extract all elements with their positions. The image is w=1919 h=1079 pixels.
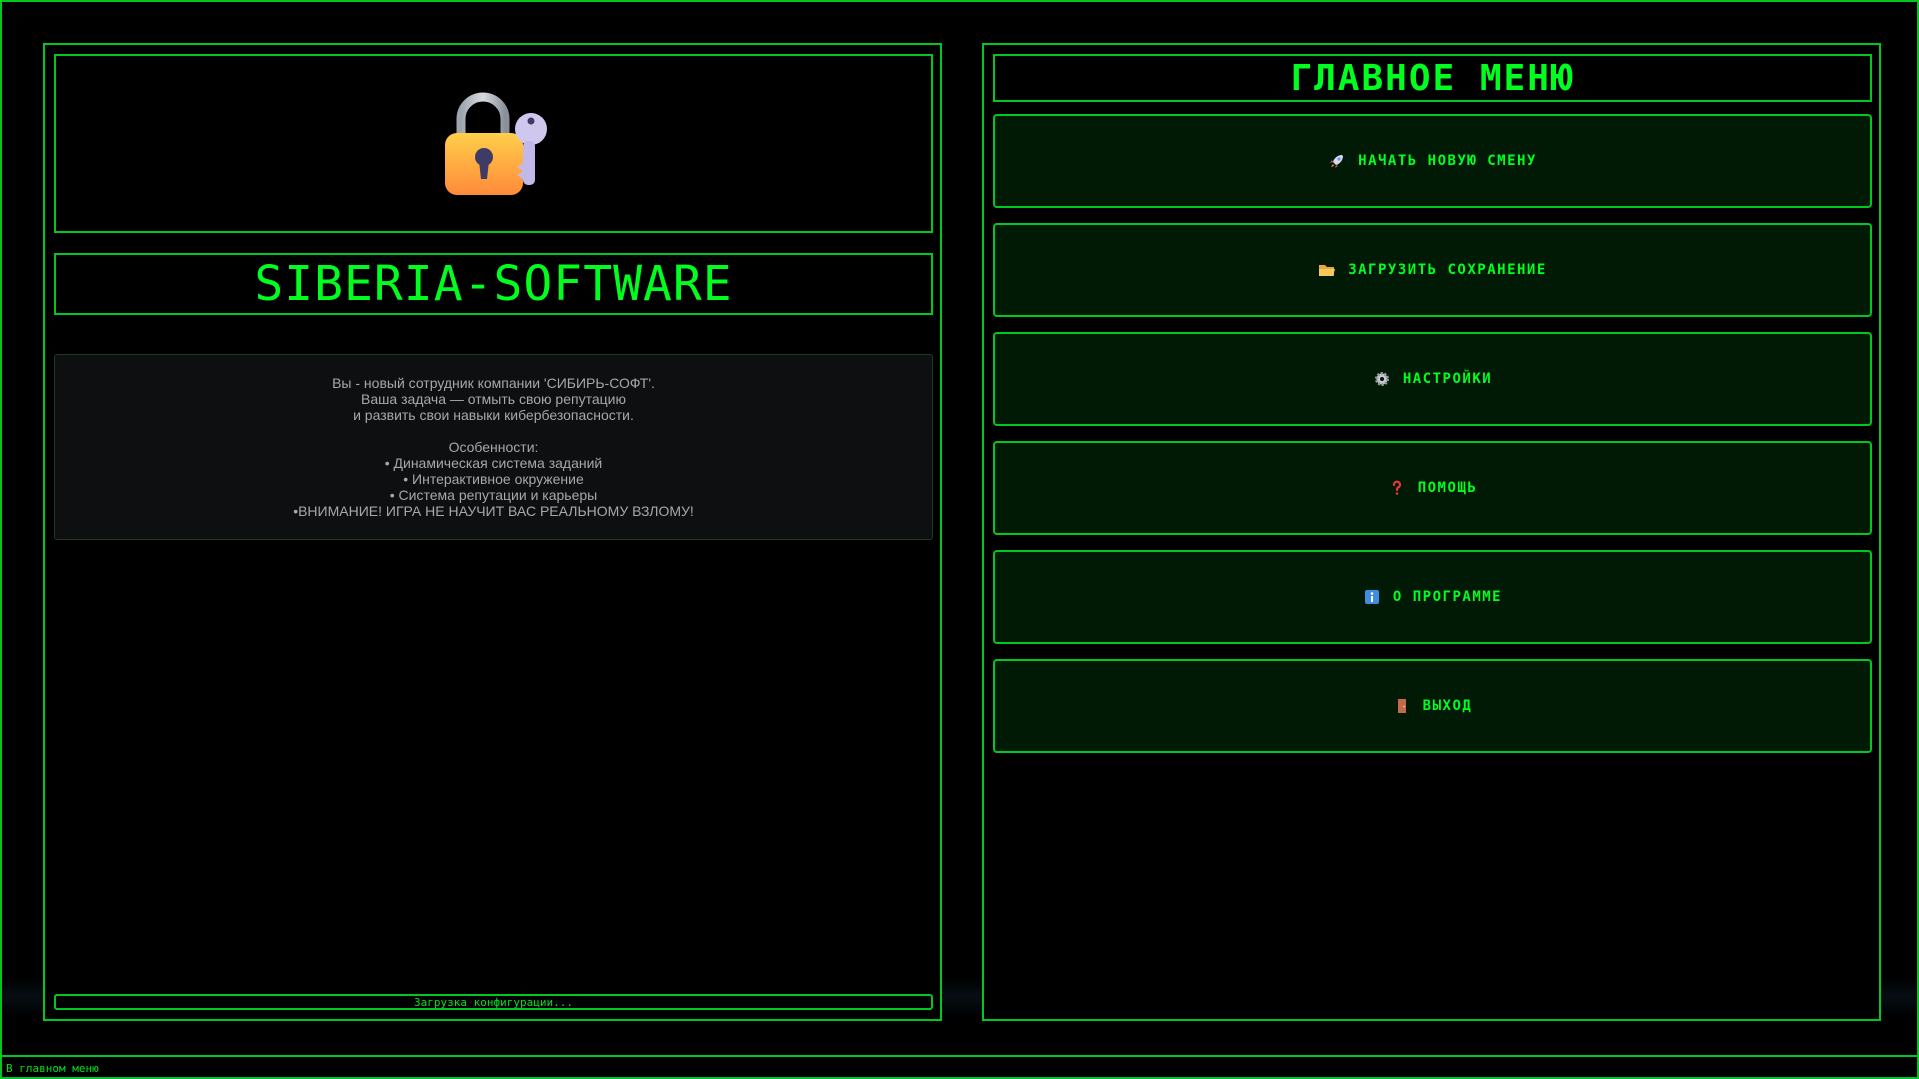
app-title-box: SIBERIA-SOFTWARE [54,253,933,315]
info-icon [1363,589,1381,605]
help-label: ПОМОЩЬ [1417,480,1478,496]
description-line: • Система репутации и карьеры [389,487,598,503]
app-window: SIBERIA-SOFTWARE Вы - новый сотрудник ко… [0,0,1919,1079]
description-box: Вы - новый сотрудник компании 'СИБИРЬ-СО… [54,354,933,540]
new-shift-label: НАЧАТЬ НОВУЮ СМЕНУ [1358,153,1537,169]
description-line: Вы - новый сотрудник компании 'СИБИРЬ-СО… [332,375,655,391]
settings-button[interactable]: НАСТРОЙКИ [993,332,1872,426]
menu-panel: ГЛАВНОЕ МЕНЮ НАЧАТЬ НОВУЮ СМЕНУ ЗАГРУЗИТ… [982,43,1881,1021]
settings-label: НАСТРОЙКИ [1402,371,1493,387]
question-icon [1388,480,1406,496]
description-line: •ВНИМАНИЕ! ИГРА НЕ НАУЧИТ ВАС РЕАЛЬНОМУ … [293,503,694,519]
rocket-icon [1328,153,1346,169]
description-line: Особенности: [448,439,539,455]
loading-text: Загрузка конфигурации... [414,995,573,1009]
status-bar: В главном меню [2,1055,1917,1077]
description-line: • Динамическая система заданий [384,455,603,471]
about-label: О ПРОГРАММЕ [1392,589,1503,605]
info-panel: SIBERIA-SOFTWARE Вы - новый сотрудник ко… [43,43,942,1021]
status-text: В главном меню [6,1062,99,1075]
new-shift-button[interactable]: НАЧАТЬ НОВУЮ СМЕНУ [993,114,1872,208]
description-line: Ваша задача — отмыть свою репутацию [361,391,626,407]
logo-box [54,54,933,233]
menu-title: ГЛАВНОЕ МЕНЮ [1290,57,1575,99]
description-line: • Интерактивное окружение [403,471,584,487]
load-save-button[interactable]: ЗАГРУЗИТЬ СОХРАНЕНИЕ [993,223,1872,317]
gear-icon [1373,371,1391,387]
description-line: и развить свои навыки кибербезопасности. [353,407,634,423]
about-button[interactable]: О ПРОГРАММЕ [993,550,1872,644]
folder-icon [1318,262,1336,278]
description-line [55,423,932,439]
help-button[interactable]: ПОМОЩЬ [993,441,1872,535]
door-icon [1393,698,1411,714]
lock-key-icon [444,92,547,195]
app-title: SIBERIA-SOFTWARE [254,256,733,312]
load-save-label: ЗАГРУЗИТЬ СОХРАНЕНИЕ [1348,262,1547,278]
menu-title-box: ГЛАВНОЕ МЕНЮ [993,54,1872,102]
exit-button[interactable]: ВЫХОД [993,659,1872,753]
exit-label: ВЫХОД [1422,698,1473,714]
loading-status: Загрузка конфигурации... [54,994,933,1010]
